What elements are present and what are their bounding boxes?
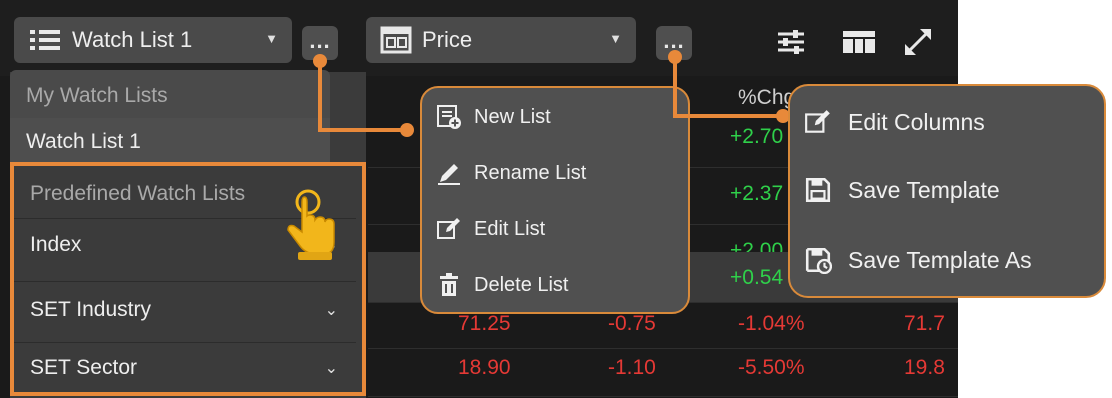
caret-down-icon: ▼ — [609, 31, 622, 46]
settings-sliders-icon[interactable] — [776, 28, 806, 56]
menu-item-label: New List — [474, 105, 551, 128]
caret-down-icon: ▼ — [265, 31, 278, 46]
save-as-icon — [805, 247, 832, 274]
pencil-icon — [438, 164, 460, 185]
dropdown-item-label: SET Sector — [30, 355, 137, 379]
connector-dot — [400, 123, 414, 137]
connector-line — [318, 58, 322, 130]
pct-change-cell: +2.37 — [730, 182, 784, 205]
menu-item-label: Delete List — [474, 273, 569, 296]
chevron-down-icon: ⌄ — [324, 359, 338, 377]
template-menu-popup: Edit Columns Save Template Save Template… — [788, 84, 1106, 298]
watchlist-select-value: Watch List 1 — [72, 27, 193, 52]
trash-icon — [440, 273, 458, 296]
menu-item-save-template-as[interactable]: Save Template As — [804, 246, 1032, 274]
menu-item-delete-list[interactable]: Delete List — [436, 272, 569, 298]
new-list-icon — [437, 105, 461, 129]
menu-item-edit-columns[interactable]: Edit Columns — [804, 108, 985, 136]
connector-line — [673, 114, 783, 118]
list-menu-popup: New List Rename List Edit List Delete Li… — [420, 86, 690, 314]
dropdown-item-watch-list-1[interactable]: Watch List 1 — [10, 118, 330, 166]
menu-item-save-template[interactable]: Save Template — [804, 176, 1000, 204]
dropdown-item-label: SET Industry — [30, 297, 151, 321]
dropdown-item-label: Index — [30, 232, 82, 256]
edit-icon — [805, 110, 830, 133]
header-pct-change: %Chg — [738, 86, 796, 109]
pct-change-cell: -1.04% — [738, 312, 805, 335]
change-cell: -0.75 — [608, 312, 656, 335]
list-icon — [30, 30, 60, 50]
connector-line — [318, 128, 410, 132]
dropdown-item-set-industry[interactable]: SET Industry ⌄ — [14, 281, 356, 337]
menu-item-label: Edit Columns — [848, 108, 985, 135]
grid-columns-icon[interactable] — [842, 30, 876, 54]
last-price-cell: 71.25 — [458, 312, 511, 335]
hand-pointer-icon — [287, 189, 335, 260]
chevron-down-icon: ⌄ — [324, 301, 338, 319]
menu-item-edit-list[interactable]: Edit List — [436, 216, 545, 242]
dropdown-item-set-sector[interactable]: SET Sector ⌄ — [14, 342, 356, 392]
view-select-value: Price — [422, 27, 473, 52]
menu-item-new-list[interactable]: New List — [436, 104, 551, 130]
last-price-cell: 18.90 — [458, 356, 511, 379]
menu-item-label: Edit List — [474, 217, 546, 240]
menu-item-rename-list[interactable]: Rename List — [436, 160, 586, 186]
connector-line — [673, 56, 677, 118]
view-select[interactable]: Price ▼ — [366, 17, 636, 63]
change-cell: -1.10 — [608, 356, 656, 379]
prev-close-cell: 19.8 — [904, 356, 945, 379]
menu-item-label: Rename List — [474, 161, 587, 184]
prev-close-cell: 71.7 — [904, 312, 945, 335]
pct-change-cell: +2.70 — [730, 125, 784, 148]
edit-icon — [437, 218, 460, 239]
pct-change-cell: +0.54 — [730, 266, 784, 289]
expand-icon[interactable] — [902, 26, 934, 58]
menu-item-label: Save Template — [848, 176, 1000, 203]
save-icon — [805, 177, 831, 203]
watchlist-select[interactable]: Watch List 1 ▼ — [14, 17, 292, 63]
my-watch-lists-header: My Watch Lists — [10, 70, 330, 122]
pct-change-cell: -5.50% — [738, 356, 805, 379]
menu-item-label: Save Template As — [848, 246, 1032, 273]
table-icon — [380, 26, 412, 54]
table-row[interactable]: 18.90 -1.10 -5.50% 19.8 — [368, 348, 958, 397]
